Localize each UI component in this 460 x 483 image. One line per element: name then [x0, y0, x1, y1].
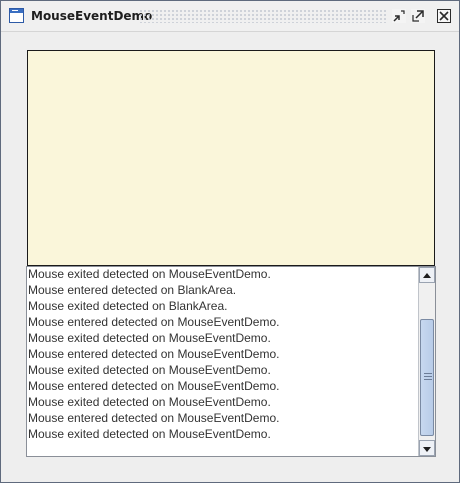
log-line: Mouse exited detected on MouseEventDemo.	[28, 267, 271, 281]
maximize-icon[interactable]	[411, 9, 425, 23]
window-title: MouseEventDemo	[31, 9, 153, 23]
window-icon	[9, 8, 24, 23]
log-line: Mouse entered detected on BlankArea.	[28, 283, 237, 297]
title-bar-texture	[139, 9, 387, 23]
log-line: Mouse exited detected on MouseEventDemo.	[28, 427, 271, 441]
log-line: Mouse exited detected on BlankArea.	[28, 299, 228, 313]
title-bar[interactable]: MouseEventDemo	[1, 1, 459, 32]
log-line: Mouse entered detected on MouseEventDemo…	[28, 411, 280, 425]
log-scroll-pane[interactable]: Mouse exited detected on MouseEventDemo.…	[26, 266, 436, 457]
minimize-icon[interactable]	[392, 9, 406, 23]
log-line: Mouse exited detected on MouseEventDemo.	[28, 331, 271, 345]
main-window: MouseEventDemo Mouse exited detected on …	[0, 0, 460, 483]
arrow-up-icon[interactable]	[419, 267, 435, 283]
log-line: Mouse exited detected on MouseEventDemo.	[28, 395, 271, 409]
vertical-scrollbar[interactable]	[418, 267, 435, 456]
scrollbar-thumb[interactable]	[420, 319, 434, 436]
log-line: Mouse exited detected on MouseEventDemo.	[28, 363, 271, 377]
arrow-down-icon[interactable]	[419, 440, 435, 456]
log-line: Mouse entered detected on MouseEventDemo…	[28, 315, 280, 329]
blank-area[interactable]	[27, 50, 435, 266]
log-line: Mouse entered detected on MouseEventDemo…	[28, 379, 280, 393]
log-text-area[interactable]: Mouse exited detected on MouseEventDemo.…	[27, 267, 418, 456]
thumb-grip	[424, 376, 432, 377]
log-line: Mouse entered detected on MouseEventDemo…	[28, 347, 280, 361]
thumb-grip	[424, 379, 432, 380]
close-icon[interactable]	[437, 9, 451, 23]
thumb-grip	[424, 373, 432, 374]
